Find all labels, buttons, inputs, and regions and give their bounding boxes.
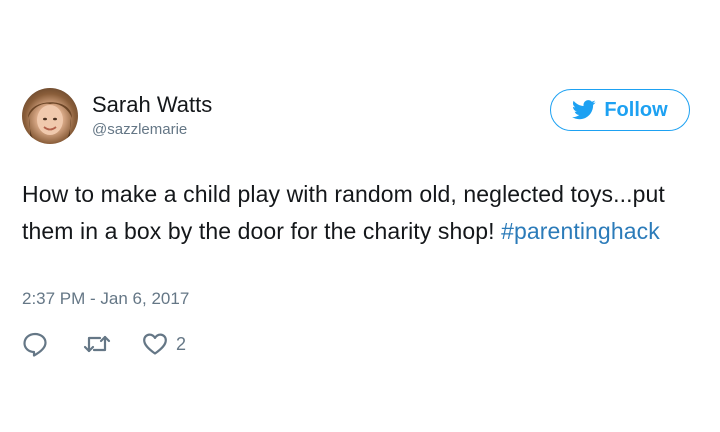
tweet-text: How to make a child play with random old…	[22, 176, 692, 250]
tweet-actions: 2	[22, 330, 186, 358]
heart-icon	[143, 333, 167, 355]
hashtag-link[interactable]: #parentinghack	[501, 218, 660, 244]
reply-button[interactable]	[22, 331, 48, 357]
avatar[interactable]	[22, 88, 78, 144]
retweet-button[interactable]	[82, 332, 112, 356]
twitter-bird-icon	[572, 100, 596, 120]
tweet-timestamp[interactable]: 2:37 PM - Jan 6, 2017	[22, 288, 189, 310]
author-name[interactable]: Sarah Watts	[92, 92, 212, 118]
like-button[interactable]: 2	[142, 332, 186, 356]
reply-icon	[23, 332, 47, 357]
author-handle[interactable]: @sazzlemarie	[92, 121, 187, 139]
follow-button[interactable]: Follow	[550, 89, 690, 131]
like-count: 2	[176, 333, 187, 354]
retweet-icon	[83, 335, 111, 353]
tweet-card: Sarah Watts @sazzlemarie Follow How to m…	[0, 0, 720, 432]
follow-button-label: Follow	[604, 98, 668, 121]
